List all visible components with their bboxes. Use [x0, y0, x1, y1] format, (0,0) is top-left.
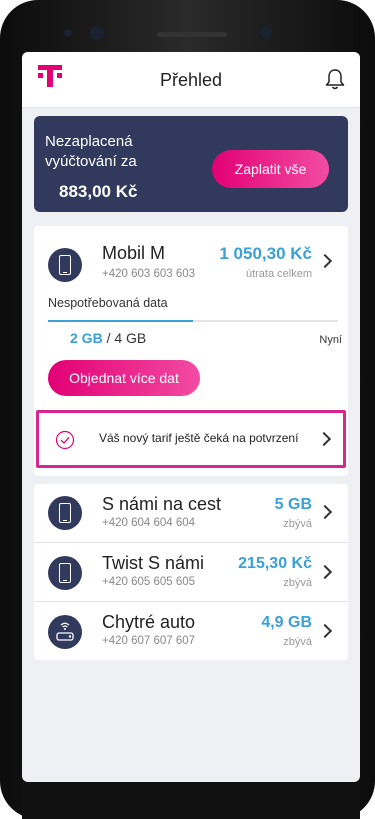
service-number: +420 605 605 605 — [102, 576, 196, 588]
data-progress-fill — [48, 320, 193, 322]
unpaid-bill-amount: 883,00 Kč — [59, 182, 138, 201]
service-value-label: zbývá — [283, 518, 312, 530]
service-value-label: zbývá — [283, 636, 312, 648]
service-row[interactable]: Chytré auto +420 607 607 607 4,9 GB zbýv… — [34, 602, 348, 660]
data-period: Nyní — [319, 334, 342, 346]
sensor — [64, 29, 72, 37]
page-title: Přehled — [159, 70, 223, 90]
phone-icon — [48, 556, 82, 590]
speaker-slot — [157, 32, 227, 37]
chevron-right-icon — [316, 431, 332, 447]
unpaid-bill-label: Nezaplacená vyúčtování za — [45, 133, 137, 170]
app-header: Přehled — [22, 52, 360, 108]
car-wifi-icon — [48, 615, 82, 649]
sensor — [260, 26, 272, 38]
service-row[interactable]: Twist S námi +420 605 605 605 215,30 Kč … — [34, 543, 348, 601]
tariff-pending-text: Váš nový tarif ještě čeká na potvrzení — [99, 431, 299, 445]
data-progress — [48, 320, 338, 322]
service-value: 5 GB — [274, 496, 312, 513]
data-title: Nespotřebovaná data — [48, 296, 168, 310]
chevron-right-icon — [317, 564, 333, 580]
phone-top-bezel — [42, 10, 337, 52]
service-value: 4,9 GB — [261, 614, 312, 631]
services-list: S námi na cest +420 604 604 604 5 GB zbý… — [34, 484, 348, 660]
app-screen: Přehled Nezaplacená vyúčtování za 883,00… — [22, 52, 360, 782]
front-camera — [90, 26, 104, 40]
data-used: 2 GB — [70, 330, 103, 346]
chevron-right-icon — [317, 623, 333, 639]
phone-icon — [48, 248, 82, 282]
service-spend-label: útrata celkem — [245, 268, 312, 280]
service-number: +420 604 604 604 — [102, 517, 196, 529]
pay-all-button[interactable]: Zaplatit vše — [212, 150, 329, 188]
phone-frame: Přehled Nezaplacená vyúčtování za 883,00… — [0, 0, 375, 819]
service-row[interactable]: S námi na cest +420 604 604 604 5 GB zbý… — [34, 484, 348, 542]
service-number: +420 607 607 607 — [102, 635, 196, 647]
service-name: Chytré auto — [102, 612, 196, 632]
chevron-right-icon — [317, 504, 333, 520]
data-amount: 2 GB / 4 GB — [70, 330, 146, 346]
phone-icon — [48, 496, 82, 530]
check-circle-icon — [55, 430, 75, 450]
tariff-pending-banner[interactable]: Váš nový tarif ještě čeká na potvrzení — [36, 410, 346, 468]
chevron-right-icon[interactable] — [317, 253, 333, 269]
unpaid-bill-banner: Nezaplacená vyúčtování za 883,00 Kč Zapl… — [34, 116, 348, 212]
order-more-data-button[interactable]: Objednat více dat — [48, 360, 200, 396]
phone-bottom-bezel — [22, 782, 360, 819]
service-spend: 1 050,30 Kč — [219, 244, 312, 263]
bell-icon[interactable] — [324, 67, 346, 91]
service-value: 215,30 Kč — [238, 555, 312, 572]
service-name: Mobil M — [102, 243, 166, 263]
service-value-label: zbývá — [283, 577, 312, 589]
data-total: / 4 GB — [106, 330, 147, 346]
